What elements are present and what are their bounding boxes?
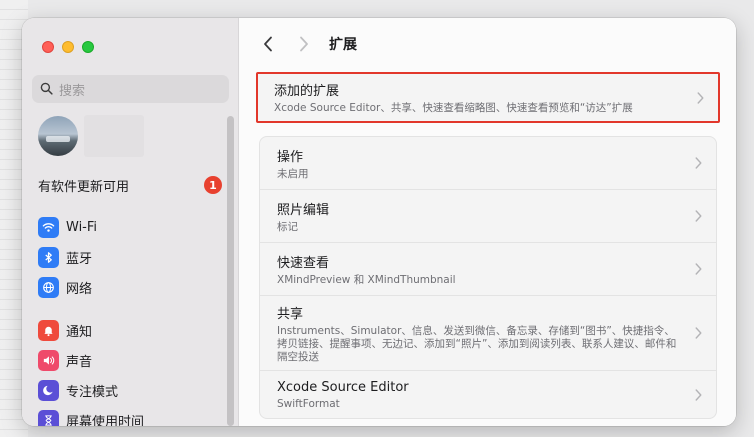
chevron-right-icon xyxy=(697,91,704,104)
sidebar-scrollbar[interactable] xyxy=(227,114,234,426)
sidebar: 搜索 有软件更新可用 1 Wi-Fi 蓝牙 网络 通知 声音 专注模式 屏幕使用… xyxy=(22,18,239,426)
row-subtitle: XMindPreview 和 XMindThumbnail xyxy=(277,273,456,286)
extension-categories-list: 操作 未启用 照片编辑 标记 快速查看 XMindPreview 和 XMind… xyxy=(259,136,717,419)
chevron-right-icon xyxy=(695,389,702,401)
window-controls xyxy=(42,41,94,53)
row-subtitle: Xcode Source Editor、共享、快速查看缩略图、快速查看预览和“访… xyxy=(274,102,633,114)
page-title: 扩展 xyxy=(329,37,357,53)
row-title: 照片编辑 xyxy=(277,202,330,218)
close-button[interactable] xyxy=(42,41,54,53)
software-update-item[interactable]: 有软件更新可用 1 xyxy=(38,174,228,196)
added-extensions-card[interactable]: 添加的扩展 Xcode Source Editor、共享、快速查看缩略图、快速查… xyxy=(256,72,720,123)
row-title: Xcode Source Editor xyxy=(277,379,409,395)
bluetooth-icon xyxy=(38,246,59,268)
sidebar-item-wifi[interactable]: Wi-Fi xyxy=(38,216,97,238)
chevron-right-icon xyxy=(695,157,702,169)
globe-icon xyxy=(38,276,59,298)
row-title: 共享 xyxy=(277,306,304,322)
back-button[interactable] xyxy=(257,33,279,55)
chevron-right-icon xyxy=(695,210,702,222)
sidebar-item-notifications[interactable]: 通知 xyxy=(38,319,92,341)
update-count-badge: 1 xyxy=(204,176,222,194)
sidebar-item-label: 蓝牙 xyxy=(66,251,93,267)
avatar xyxy=(38,116,78,156)
search-placeholder: 搜索 xyxy=(59,83,86,99)
forward-button[interactable] xyxy=(293,33,315,55)
row-title: 操作 xyxy=(277,149,304,165)
chevron-left-icon xyxy=(264,36,272,52)
list-item-actions[interactable]: 操作 未启用 xyxy=(260,137,716,189)
sidebar-item-screen-time[interactable]: 屏幕使用时间 xyxy=(38,409,144,426)
toolbar: 扩展 xyxy=(239,18,736,70)
search-icon xyxy=(40,80,53,99)
system-settings-window: 搜索 有软件更新可用 1 Wi-Fi 蓝牙 网络 通知 声音 专注模式 屏幕使用… xyxy=(22,18,736,426)
main-content: 扩展 添加的扩展 Xcode Source Editor、共享、快速查看缩略图、… xyxy=(239,18,736,426)
list-item-quick-look[interactable]: 快速查看 XMindPreview 和 XMindThumbnail xyxy=(260,242,716,295)
row-title: 快速查看 xyxy=(277,255,330,271)
list-item-share[interactable]: 共享 Instruments、Simulator、信息、发送到微信、备忘录、存储… xyxy=(260,295,716,370)
added-extensions-row[interactable]: 添加的扩展 Xcode Source Editor、共享、快速查看缩略图、快速查… xyxy=(258,74,718,121)
list-item-photo-editing[interactable]: 照片编辑 标记 xyxy=(260,189,716,242)
hourglass-icon xyxy=(38,409,59,426)
moon-icon xyxy=(38,379,59,401)
software-update-label: 有软件更新可用 xyxy=(38,179,130,195)
sidebar-item-focus[interactable]: 专注模式 xyxy=(38,379,118,401)
bell-icon xyxy=(38,319,59,341)
list-item-xcode-source-editor[interactable]: Xcode Source Editor SwiftFormat xyxy=(260,370,716,419)
user-name-redacted xyxy=(84,115,144,157)
speaker-icon xyxy=(38,349,59,371)
wifi-icon xyxy=(38,216,59,238)
row-subtitle: SwiftFormat xyxy=(277,397,340,410)
sidebar-item-label: 屏幕使用时间 xyxy=(66,414,145,427)
apple-account[interactable] xyxy=(38,114,144,158)
row-subtitle: 未启用 xyxy=(277,167,309,180)
sidebar-item-label: 通知 xyxy=(66,324,93,340)
chevron-right-icon xyxy=(300,36,308,52)
sidebar-item-label: 网络 xyxy=(66,281,93,297)
zoom-button[interactable] xyxy=(82,41,94,53)
search-input[interactable]: 搜索 xyxy=(32,75,229,103)
sidebar-item-label: Wi-Fi xyxy=(66,219,98,235)
row-subtitle: Instruments、Simulator、信息、发送到微信、备忘录、存储到“图… xyxy=(277,324,677,363)
sidebar-item-sound[interactable]: 声音 xyxy=(38,349,92,371)
row-subtitle: 标记 xyxy=(277,220,298,233)
sidebar-item-label: 声音 xyxy=(66,354,93,370)
sidebar-item-label: 专注模式 xyxy=(66,384,119,400)
scrollbar-thumb[interactable] xyxy=(227,116,234,426)
chevron-right-icon xyxy=(695,263,702,275)
sidebar-item-bluetooth[interactable]: 蓝牙 xyxy=(38,246,92,268)
row-title: 添加的扩展 xyxy=(274,84,340,99)
minimize-button[interactable] xyxy=(62,41,74,53)
chevron-right-icon xyxy=(695,327,702,339)
sidebar-item-network[interactable]: 网络 xyxy=(38,276,92,298)
